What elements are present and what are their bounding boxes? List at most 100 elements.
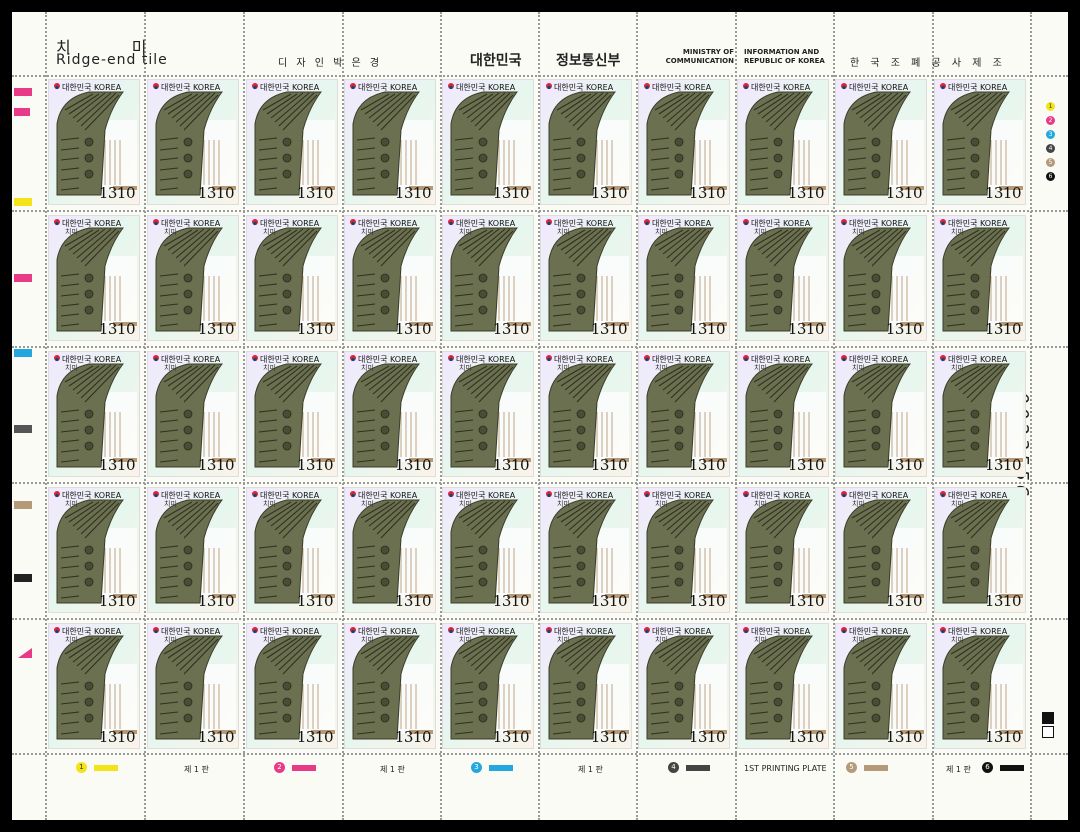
stamp: 대한민국 KOREA 치미 1310 <box>737 623 829 749</box>
stamp: 대한민국 KOREA 치미 1310 <box>147 487 239 613</box>
stamp: 대한민국 KOREA 치미 1310 <box>540 351 632 477</box>
plate-label: 제 1 판 <box>578 765 603 774</box>
stamp-subtitle: 치미 <box>361 364 374 372</box>
plate-label: 제 1 판 <box>946 765 971 774</box>
stamp-subtitle: 치미 <box>164 364 177 372</box>
stamp-subtitle: 치미 <box>361 228 374 236</box>
stamp-subtitle: 치미 <box>852 500 865 508</box>
stamp-value: 1310 <box>590 320 628 338</box>
stamp: 대한민국 KOREA 치미 1310 <box>737 487 829 613</box>
registration-mark-black <box>14 425 32 433</box>
stamp-value: 1310 <box>590 728 628 746</box>
perforation-line <box>12 75 1068 77</box>
stamp: 대한민국 KOREA 치미 1310 <box>344 351 436 477</box>
stamp: 대한민국 KOREA 치미 1310 <box>147 215 239 341</box>
stamp-subtitle: 치미 <box>951 364 964 372</box>
stamp-sheet: 치 미 Ridge-end tile 디 자 인 박 은 경 대한민국 정보통신… <box>12 12 1068 820</box>
stamp-subtitle: 치미 <box>164 500 177 508</box>
stamp-value: 1310 <box>787 320 825 338</box>
stamp-subtitle: 치미 <box>65 228 78 236</box>
stamp-subtitle: 치미 <box>263 636 276 644</box>
stamp-value: 1310 <box>197 592 235 610</box>
stamp: 대한민국 KOREA 치미 1310 <box>934 351 1026 477</box>
bottom-color-bar-brown <box>864 765 888 771</box>
perforation-line <box>45 12 47 820</box>
stamp-subtitle: 치미 <box>852 364 865 372</box>
stamp: 대한민국 KOREA 치미 1310 <box>638 215 730 341</box>
country-name: 대한민국 <box>470 53 522 69</box>
color-circle-2: 2 <box>1046 116 1055 125</box>
stamp-value: 1310 <box>885 592 923 610</box>
stamp: 대한민국 KOREA 1310 <box>246 79 338 205</box>
stamp-value: 1310 <box>296 456 334 474</box>
stamp-value: 1310 <box>787 592 825 610</box>
perforation-line <box>243 12 245 820</box>
bottom-color-circle-6: 6 <box>982 762 993 773</box>
stamp: 대한민국 KOREA 1310 <box>835 79 927 205</box>
stamp: 대한민국 KOREA 1310 <box>638 79 730 205</box>
stamp-subtitle: 치미 <box>263 228 276 236</box>
stamp-subtitle: 치미 <box>655 364 668 372</box>
stamp-country-label: 대한민국 KOREA <box>358 83 418 92</box>
stamp-value: 1310 <box>197 728 235 746</box>
register-square-white <box>1042 726 1054 738</box>
stamp-value: 1310 <box>984 728 1022 746</box>
stamp: 대한민국 KOREA 치미 1310 <box>48 215 140 341</box>
stamp-value: 1310 <box>98 320 136 338</box>
stamp-value: 1310 <box>197 184 235 202</box>
stamp-value: 1310 <box>590 456 628 474</box>
stamp: 대한민국 KOREA 치미 1310 <box>48 623 140 749</box>
stamp-country-label: 대한민국 KOREA <box>161 83 221 92</box>
stamp: 대한민국 KOREA 치미 1310 <box>442 351 534 477</box>
stamp: 대한민국 KOREA 1310 <box>540 79 632 205</box>
stamp-subtitle: 치미 <box>459 364 472 372</box>
stamp: 대한민국 KOREA 1310 <box>934 79 1026 205</box>
stamp-value: 1310 <box>197 456 235 474</box>
perforation-line <box>12 753 1068 755</box>
bottom-color-circle-3: 3 <box>471 762 482 773</box>
bottom-color-circle-5: 5 <box>846 762 857 773</box>
registration-mark-magenta <box>14 108 30 116</box>
stamp: 대한민국 KOREA 치미 1310 <box>638 487 730 613</box>
stamp-value: 1310 <box>197 320 235 338</box>
stamp-subtitle: 치미 <box>852 636 865 644</box>
perforation-line <box>144 12 146 820</box>
stamp-value: 1310 <box>98 456 136 474</box>
bottom-color-bar-magenta <box>292 765 316 771</box>
color-circle-3: 3 <box>1046 130 1055 139</box>
color-circle-6: 6 <box>1046 172 1055 181</box>
stamp-subtitle: 치미 <box>459 228 472 236</box>
stamp-country-label: 대한민국 KOREA <box>652 83 712 92</box>
stamp-country-label: 대한민국 KOREA <box>849 83 909 92</box>
stamp-subtitle: 치미 <box>557 500 570 508</box>
stamp-value: 1310 <box>492 456 530 474</box>
color-circle-5: 5 <box>1046 158 1055 167</box>
stamp: 대한민국 KOREA 치미 1310 <box>737 215 829 341</box>
stamp-subtitle: 치미 <box>754 636 767 644</box>
stamp-value: 1310 <box>492 592 530 610</box>
stamp: 대한민국 KOREA 치미 1310 <box>344 623 436 749</box>
stamp: 대한민국 KOREA 치미 1310 <box>147 351 239 477</box>
stamp-value: 1310 <box>787 728 825 746</box>
plate-label-english: 1ST PRINTING PLATE <box>744 764 827 773</box>
stamp-country-label: 대한민국 KOREA <box>948 83 1008 92</box>
registration-triangle <box>18 648 32 658</box>
stamp-value: 1310 <box>296 320 334 338</box>
registration-mark-brown <box>14 501 32 509</box>
stamp: 대한민국 KOREA 치미 1310 <box>246 623 338 749</box>
stamp-subtitle: 치미 <box>557 636 570 644</box>
stamp-value: 1310 <box>885 184 923 202</box>
bottom-color-circle-4: 4 <box>668 762 679 773</box>
ministry-english-2: INFORMATION AND REPUBLIC OF KOREA <box>744 48 825 65</box>
perforation-line <box>12 210 1068 212</box>
stamp: 대한민국 KOREA 치미 1310 <box>638 623 730 749</box>
stamp-subtitle: 치미 <box>951 500 964 508</box>
perforation-line <box>12 618 1068 620</box>
stamp: 대한민국 KOREA 치미 1310 <box>246 487 338 613</box>
registration-mark-yellow <box>14 198 32 206</box>
stamp-subtitle: 치미 <box>361 500 374 508</box>
stamp-value: 1310 <box>984 592 1022 610</box>
stamp-subtitle: 치미 <box>655 500 668 508</box>
stamp: 대한민국 KOREA 치미 1310 <box>934 215 1026 341</box>
stamp: 대한민국 KOREA 치미 1310 <box>442 487 534 613</box>
